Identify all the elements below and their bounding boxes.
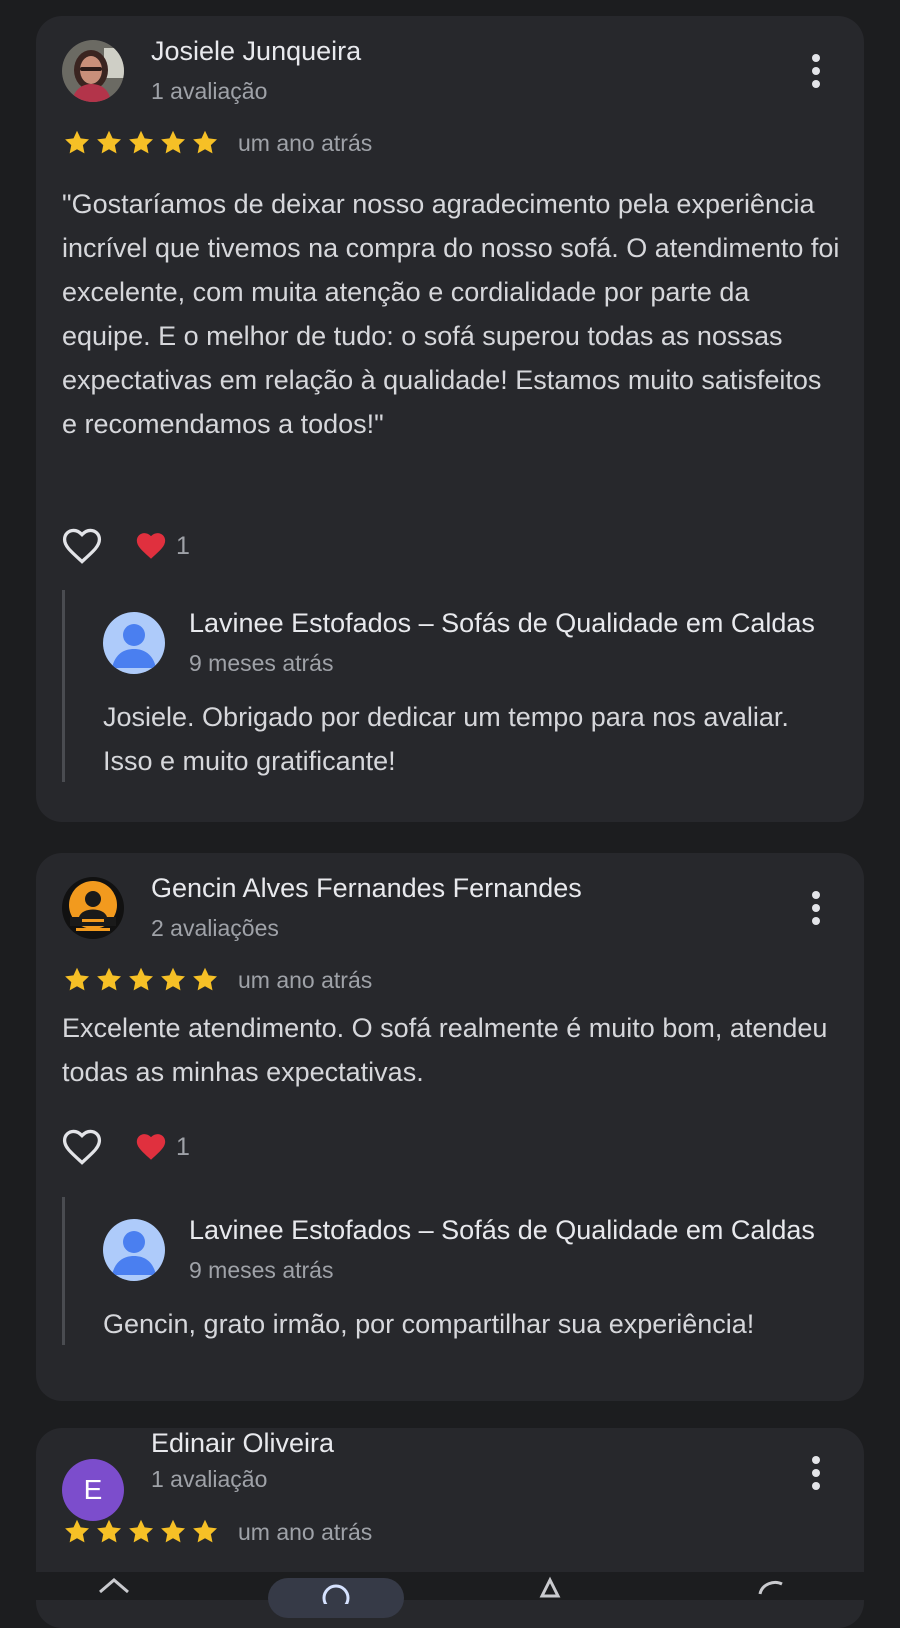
review-time: um ano atrás	[238, 966, 373, 993]
star-rating	[62, 1517, 220, 1547]
more-options-button[interactable]	[798, 1448, 834, 1498]
author-name[interactable]: Edinair Oliveira	[151, 1428, 334, 1459]
star-icon	[193, 130, 217, 154]
rating-row: um ano atrás	[62, 127, 372, 159]
star-icon	[161, 130, 185, 154]
star-icon	[129, 967, 153, 991]
person-icon	[103, 612, 165, 674]
review-time: um ano atrás	[238, 129, 373, 156]
star-icon	[161, 1519, 185, 1543]
star-icon	[129, 1519, 153, 1543]
author-review-count: 1 avaliação	[151, 78, 268, 104]
author-name[interactable]: Gencin Alves Fernandes Fernandes	[151, 873, 582, 904]
review-card: Josiele Junqueira 1 avaliação um ano atr…	[36, 16, 864, 822]
more-vert-icon	[812, 891, 820, 899]
star-icon	[193, 1519, 217, 1543]
owner-reply: Lavinee Estofados – Sofás de Qualidade e…	[62, 1197, 864, 1345]
star-icon	[97, 967, 121, 991]
star-icon	[97, 1519, 121, 1543]
author-review-count: 1 avaliação	[151, 1466, 268, 1492]
reply-text: Gencin, grato irmão, por compartilhar su…	[103, 1309, 755, 1339]
review-card: Gencin Alves Fernandes Fernandes 2 avali…	[36, 853, 864, 1401]
reaction-count: 1	[176, 531, 190, 560]
heart-filled-icon	[136, 1134, 166, 1160]
rating-row: um ano atrás	[62, 964, 372, 996]
updates-icon[interactable]	[752, 1574, 788, 1600]
reply-time: 9 meses atrás	[189, 650, 334, 676]
star-icon	[97, 130, 121, 154]
heart-filled-icon	[136, 533, 166, 559]
review-text: "Gostaríamos de deixar nosso agradecimen…	[62, 189, 840, 439]
star-icon	[65, 1519, 89, 1543]
reply-time: 9 meses atrás	[189, 1257, 334, 1283]
star-icon	[65, 130, 89, 154]
star-icon	[193, 967, 217, 991]
reply-owner-name[interactable]: Lavinee Estofados – Sofás de Qualidade e…	[189, 608, 815, 639]
rating-row: um ano atrás	[62, 1516, 372, 1548]
star-rating	[62, 128, 220, 158]
bottom-navigation	[0, 1572, 900, 1618]
reply-owner-name[interactable]: Lavinee Estofados – Sofás de Qualidade e…	[189, 1215, 815, 1246]
star-icon	[161, 967, 185, 991]
reactions-row: 1	[60, 524, 190, 568]
author-review-count: 2 avaliações	[151, 915, 279, 941]
star-icon	[129, 130, 153, 154]
home-icon[interactable]	[96, 1574, 132, 1600]
person-icon	[103, 1219, 165, 1281]
more-vert-icon	[812, 54, 820, 62]
heart-outline-icon[interactable]	[60, 1125, 104, 1169]
author-avatar[interactable]: E	[62, 1459, 124, 1521]
nav-item-active[interactable]	[268, 1578, 404, 1618]
reaction-count: 1	[176, 1132, 190, 1161]
contribute-icon[interactable]	[532, 1574, 568, 1600]
reply-text: Josiele. Obrigado por dedicar um tempo p…	[103, 702, 789, 776]
star-rating	[62, 965, 220, 995]
explore-icon	[322, 1584, 350, 1604]
heart-outline-icon[interactable]	[60, 524, 104, 568]
more-options-button[interactable]	[798, 883, 834, 933]
author-avatar[interactable]	[62, 40, 124, 102]
author-avatar[interactable]	[62, 877, 124, 939]
reviews-feed: Josiele Junqueira 1 avaliação um ano atr…	[0, 0, 900, 1628]
reactions-row: 1	[60, 1125, 190, 1169]
more-vert-icon	[812, 1456, 820, 1464]
review-text: Excelente atendimento. O sofá realmente …	[62, 1013, 828, 1087]
author-name[interactable]: Josiele Junqueira	[151, 36, 361, 67]
owner-reply: Lavinee Estofados – Sofás de Qualidade e…	[62, 590, 864, 782]
star-icon	[65, 967, 89, 991]
more-options-button[interactable]	[798, 46, 834, 96]
review-time: um ano atrás	[238, 1518, 373, 1545]
